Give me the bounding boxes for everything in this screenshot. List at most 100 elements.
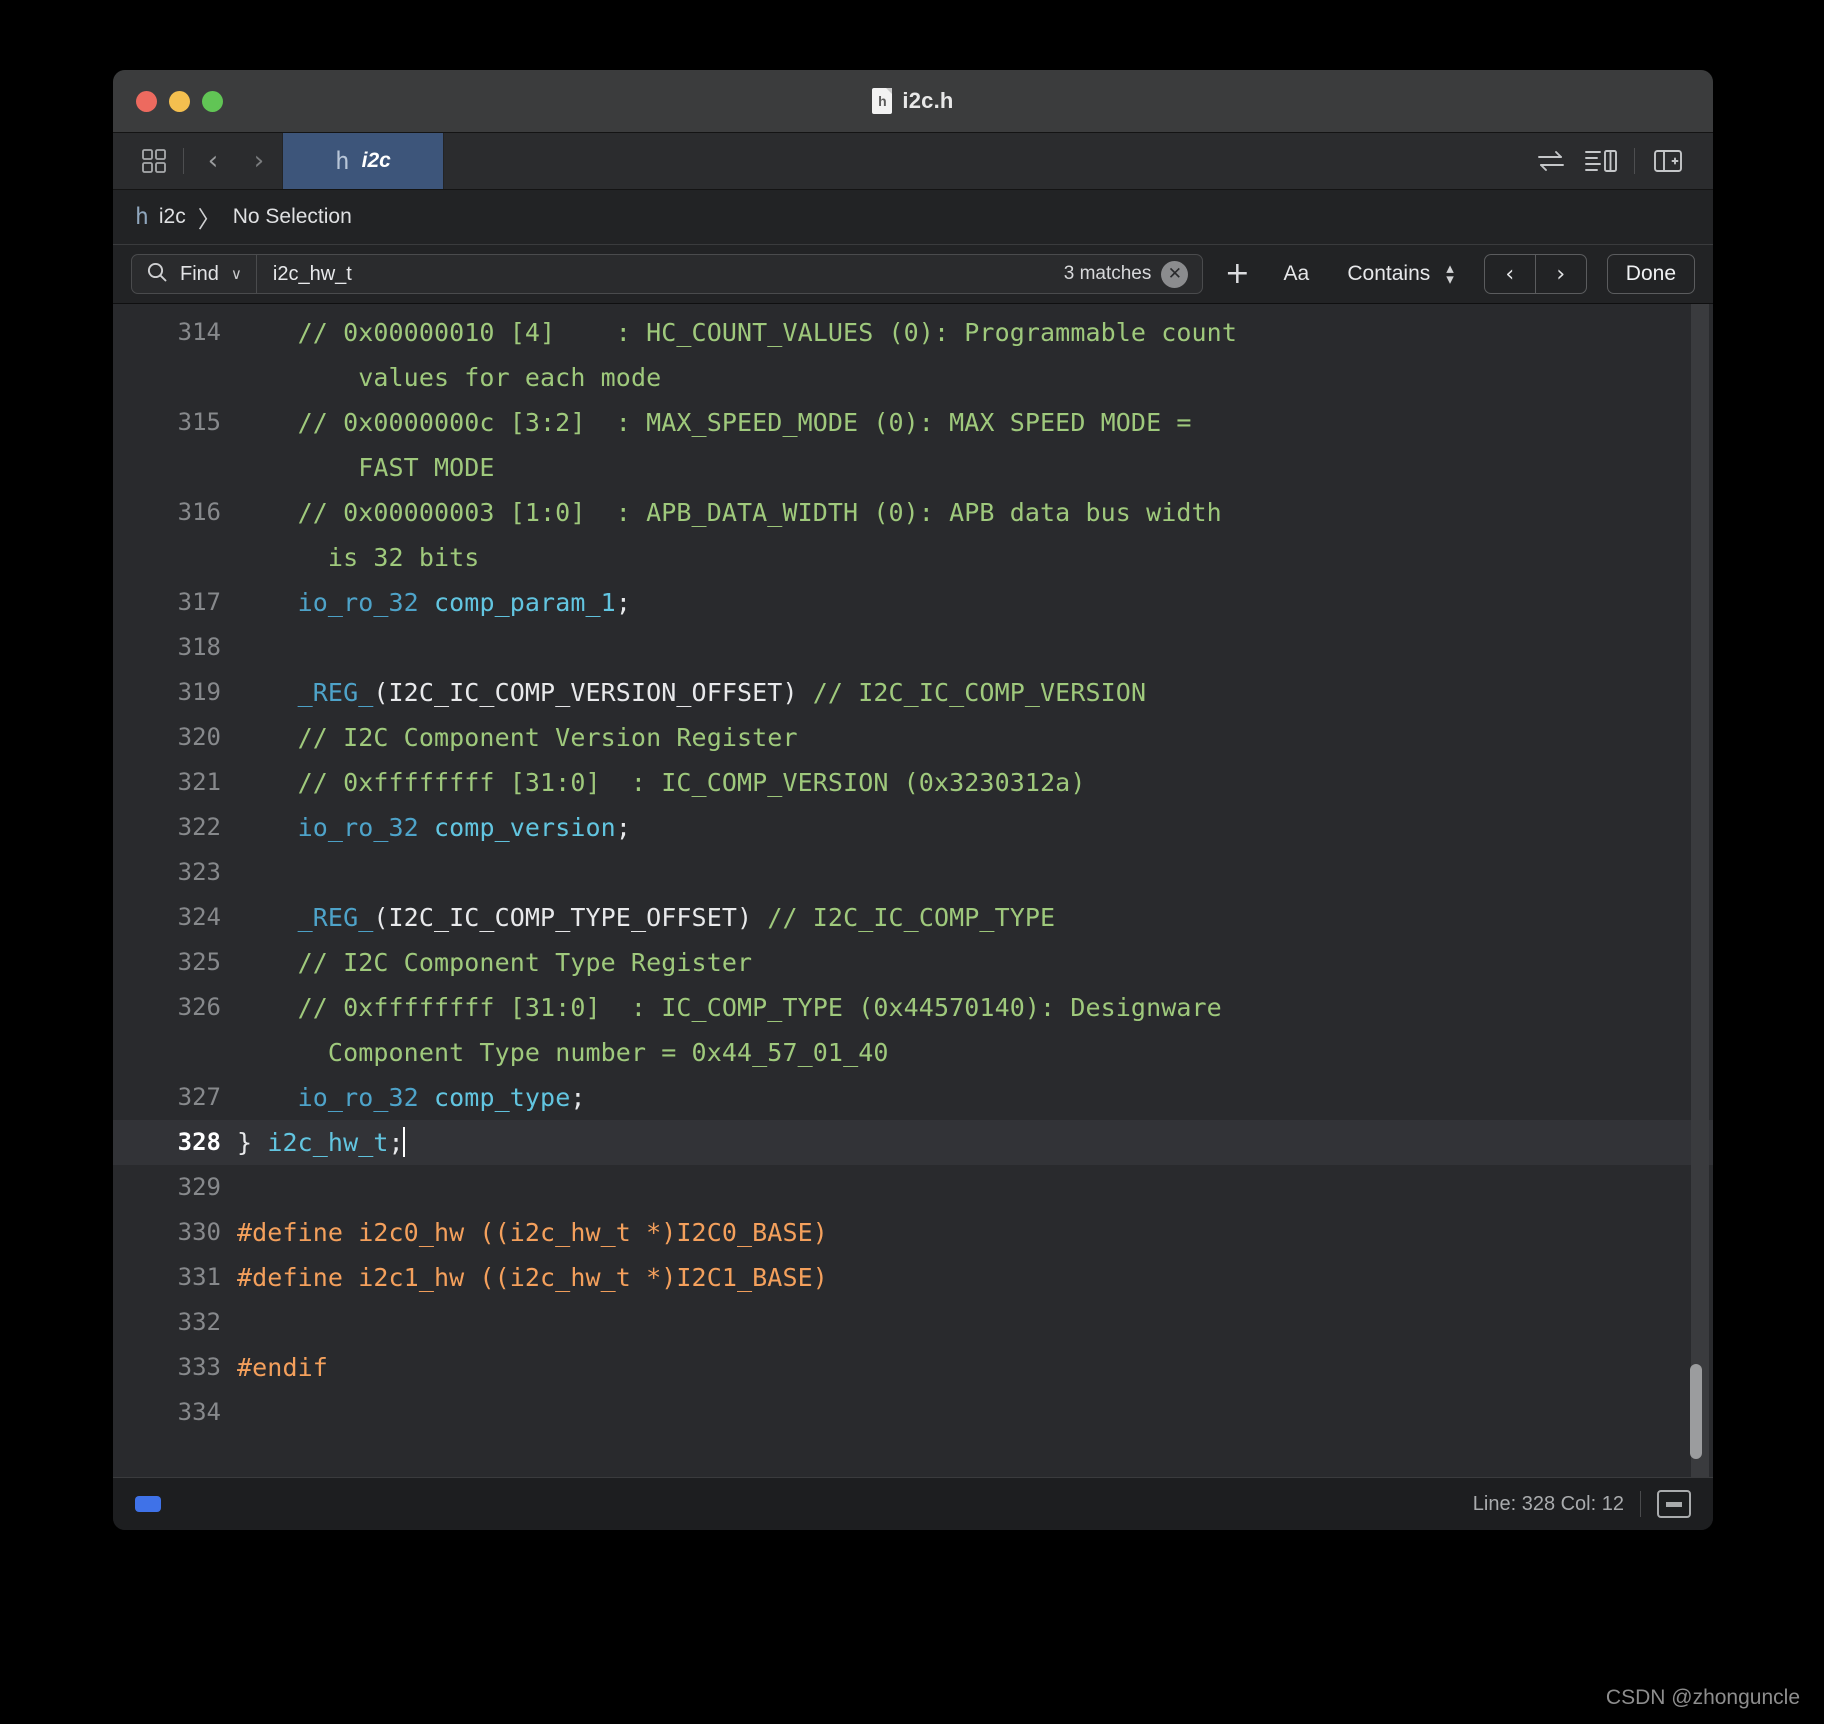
forward-chevron-icon[interactable]: › [236,133,282,189]
line-number: 319 [177,678,221,706]
find-scope-selector[interactable]: Find ∨ [132,255,257,293]
find-done-button[interactable]: Done [1606,254,1695,294]
line-number: 322 [177,813,221,841]
line-content[interactable]: // 0x00000003 [1:0] : APB_DATA_WIDTH (0)… [237,490,1713,580]
line-content[interactable]: } i2c_hw_t; [237,1120,1713,1165]
code-editor[interactable]: 314 // 0x00000010 [4] : HC_COUNT_VALUES … [113,304,1713,1477]
code-line[interactable]: 315 // 0x0000000c [3:2] : MAX_SPEED_MODE… [113,400,1713,490]
stepper-down-glyph: ▾ [1446,270,1454,288]
window-title-group: h i2c.h [113,70,1713,132]
clear-search-icon[interactable]: ✕ [1161,260,1189,288]
code-line[interactable]: 326 // 0xffffffff [31:0] : IC_COMP_TYPE … [113,985,1713,1075]
line-number: 324 [177,903,221,931]
line-content[interactable]: _REG_(I2C_IC_COMP_VERSION_OFFSET) // I2C… [237,670,1713,715]
code-line[interactable]: 322 io_ro_32 comp_version; [113,805,1713,850]
code-line[interactable]: 334 [113,1390,1713,1435]
code-line[interactable]: 330 #define i2c0_hw ((i2c_hw_t *)I2C0_BAS… [113,1210,1713,1255]
back-chevron-icon[interactable]: ‹ [190,133,236,189]
add-editor-icon[interactable] [1645,133,1691,189]
line-content[interactable]: // I2C Component Version Register [237,715,1713,760]
code-token: // I2C Component Version Register [237,723,798,752]
match-mode-select[interactable]: Contains ▴ ▾ [1333,255,1465,293]
code-line[interactable]: 332 [113,1300,1713,1345]
code-line[interactable]: 318 [113,625,1713,670]
line-content[interactable]: _REG_(I2C_IC_COMP_TYPE_OFFSET) // I2C_IC… [237,895,1713,940]
line-number: 334 [177,1398,221,1426]
line-content[interactable]: // 0x0000000c [3:2] : MAX_SPEED_MODE (0)… [237,400,1713,490]
inspector-icon[interactable] [1578,133,1624,189]
code-token: (I2C_IC_COMP_VERSION_OFFSET) [373,678,813,707]
zoom-button[interactable] [202,90,223,112]
code-line[interactable]: 317 io_ro_32 comp_param_1; [113,580,1713,625]
window-titlebar: h i2c.h [113,70,1713,133]
find-next-button[interactable]: › [1534,255,1586,293]
line-content[interactable]: // I2C Component Type Register [237,940,1713,985]
line-number: 326 [177,993,221,1021]
code-line[interactable]: 325 // I2C Component Type Register [113,940,1713,985]
code-line[interactable]: 327 io_ro_32 comp_type; [113,1075,1713,1120]
line-content[interactable]: #define i2c0_hw ((i2c_hw_t *)I2C0_BASE) [237,1210,1713,1255]
breadcrumb-file[interactable]: i2c [159,205,186,229]
tab-file-icon: h [335,147,350,175]
close-button[interactable] [136,90,157,112]
code-line[interactable]: 320 // I2C Component Version Register [113,715,1713,760]
line-content[interactable]: io_ro_32 comp_param_1; [237,580,1713,625]
editor-statusbar: Line: 328 Col: 12 [113,1477,1713,1530]
match-case-button[interactable]: Aa [1271,255,1321,293]
code-token: io_ro_32 [297,588,419,617]
line-content[interactable]: // 0x00000010 [4] : HC_COUNT_VALUES (0):… [237,310,1713,400]
code-line[interactable]: 321 // 0xffffffff [31:0] : IC_COMP_VERSI… [113,760,1713,805]
line-content[interactable]: #define i2c1_hw ((i2c_hw_t *)I2C1_BASE) [237,1255,1713,1300]
code-line[interactable]: 323 [113,850,1713,895]
tabbar-divider [183,148,184,174]
swap-arrows-icon[interactable] [1528,133,1574,189]
code-line[interactable]: 331 #define i2c1_hw ((i2c_hw_t *)I2C1_BAS… [113,1255,1713,1300]
line-content[interactable]: io_ro_32 comp_version; [237,805,1713,850]
editor-scrollbar-thumb[interactable] [1690,1364,1702,1459]
minimize-button[interactable] [169,90,190,112]
line-number: 332 [177,1308,221,1336]
search-input[interactable]: i2c_hw_t [257,263,1064,286]
activity-indicator[interactable] [135,1496,161,1512]
tab-i2c[interactable]: h i2c [282,133,444,189]
find-previous-button[interactable]: ‹ [1485,255,1535,293]
window-title: i2c.h [902,88,954,113]
find-field[interactable]: Find ∨ i2c_hw_t 3 matches ✕ [131,254,1204,294]
code-line[interactable]: 329 [113,1165,1713,1210]
code-line[interactable]: 314 // 0x00000010 [4] : HC_COUNT_VALUES … [113,310,1713,400]
breadcrumb-selection[interactable]: No Selection [233,205,352,229]
code-token: ; [388,1128,404,1157]
code-token: #endif [237,1353,328,1382]
line-number: 329 [177,1173,221,1201]
code-token: // 0xffffffff [31:0] : IC_COMP_TYPE (0x4… [297,993,1222,1067]
breadcrumb[interactable]: h i2c 〉 No Selection [113,190,1713,245]
xcode-window: h i2c.h ‹ › h i2c h i2c 〉 No Selection F… [113,70,1713,1530]
line-content[interactable]: #endif [237,1345,1713,1390]
code-line[interactable]: 333 #endif [113,1345,1713,1390]
editor-tabbar: ‹ › h i2c [113,133,1713,190]
code-lines[interactable]: 314 // 0x00000010 [4] : HC_COUNT_VALUES … [113,304,1713,1477]
code-line[interactable]: 316 // 0x00000003 [1:0] : APB_DATA_WIDTH… [113,490,1713,580]
code-token: #define i2c1_hw ((i2c_hw_t *)I2C1_BASE) [237,1263,828,1292]
tabbar-left-controls: ‹ › [113,133,282,189]
code-line[interactable]: 319 _REG_(I2C_IC_COMP_VERSION_OFFSET) //… [113,670,1713,715]
stepper-icon: ▴ ▾ [1446,261,1454,288]
code-token: // I2C_IC_COMP_VERSION [812,678,1147,707]
editor-scrollbar[interactable] [1690,304,1709,1477]
grid-icon[interactable] [131,133,177,189]
line-number: 323 [177,858,221,886]
code-token: ; [570,1083,586,1112]
code-token: // 0xffffffff [31:0] : IC_COMP_VERSION (… [237,768,1086,797]
add-find-button[interactable]: + [1215,255,1259,293]
line-content[interactable]: // 0xffffffff [31:0] : IC_COMP_VERSION (… [237,760,1713,805]
code-line[interactable]: 324 _REG_(I2C_IC_COMP_TYPE_OFFSET) // I2… [113,895,1713,940]
line-content[interactable]: // 0xffffffff [31:0] : IC_COMP_TYPE (0x4… [237,985,1713,1075]
code-line[interactable]: 328} i2c_hw_t; [113,1120,1713,1165]
code-token: _REG_ [297,678,374,707]
line-content[interactable]: io_ro_32 comp_type; [237,1075,1713,1120]
minimap-toggle-icon[interactable] [1657,1490,1691,1518]
